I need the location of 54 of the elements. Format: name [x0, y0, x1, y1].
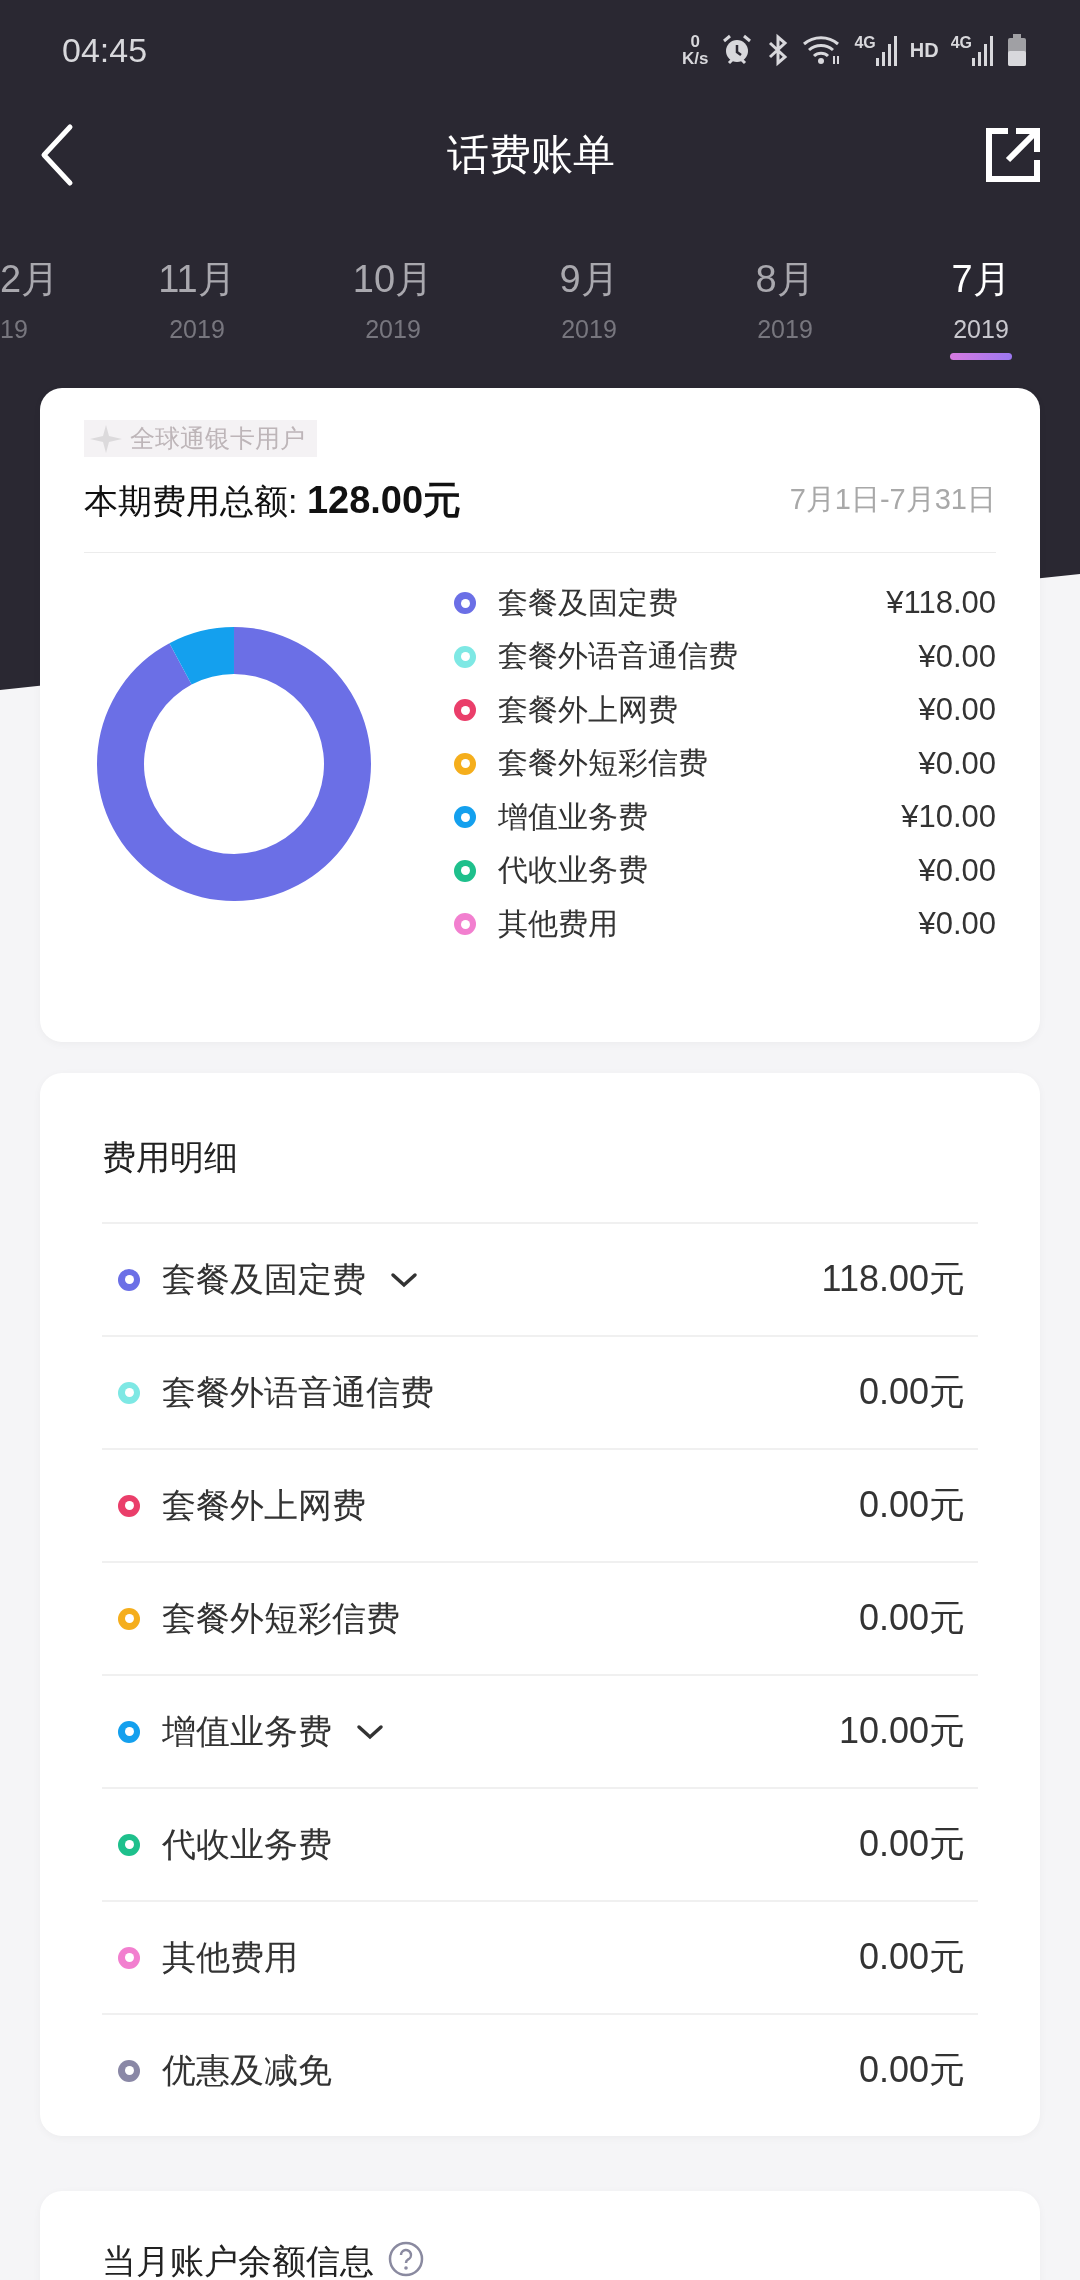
network-speed: 0 K/s: [681, 33, 709, 67]
legend-label: 套餐外语音通信费: [498, 638, 739, 675]
signal-icon: [875, 34, 898, 66]
chevron-down-icon[interactable]: [390, 1271, 418, 1288]
battery-icon: [1006, 33, 1028, 67]
fee-label: 增值业务费: [162, 1710, 332, 1752]
legend-amount: ¥0.00: [918, 906, 996, 943]
fee-amount: 0.00元: [858, 1935, 965, 1979]
fee-amount: 0.00元: [858, 1483, 965, 1527]
chevron-down-icon[interactable]: [356, 1723, 384, 1740]
share-button[interactable]: [984, 126, 1042, 184]
fee-amount: 118.00元: [821, 1257, 965, 1301]
legend-amount: ¥0.00: [918, 692, 996, 729]
legend-amount: ¥0.00: [918, 745, 996, 782]
fee-label: 代收业务费: [162, 1823, 332, 1865]
fee-amount: 0.00元: [858, 2048, 965, 2092]
help-icon[interactable]: [388, 2241, 424, 2277]
fee-label: 套餐及固定费: [162, 1258, 366, 1300]
fee-amount: 0.00元: [858, 1822, 965, 1866]
legend-label: 套餐外短彩信费: [498, 745, 709, 782]
legend-amount: ¥118.00: [886, 585, 996, 622]
billing-period: 7月1日-7月31日: [789, 482, 996, 517]
fee-amount: 0.00元: [858, 1370, 965, 1414]
fee-amount: 0.00元: [858, 1596, 965, 1640]
hd-indicator: HD: [909, 38, 939, 62]
legend-label: 代收业务费: [498, 852, 649, 889]
legend-amount: ¥0.00: [918, 638, 996, 675]
month-tab[interactable]: 8月 2019: [687, 210, 883, 370]
fee-label: 其他费用: [162, 1936, 298, 1978]
month-tab[interactable]: 7月 2019: [883, 210, 1079, 370]
member-badge: 全球通银卡用户: [84, 420, 317, 457]
network-type: 4G: [854, 34, 876, 52]
legend-amount: ¥0.00: [918, 852, 996, 889]
status-time: 04:45: [62, 30, 148, 70]
month-tab[interactable]: 9月 2019: [491, 210, 687, 370]
legend-label: 套餐外上网费: [498, 691, 679, 728]
fee-label: 优惠及减免: [162, 2049, 332, 2091]
legend-label: 其他费用: [498, 905, 619, 942]
signal-icon: [972, 34, 994, 66]
network-type: 4G: [950, 34, 972, 52]
fee-label: 套餐外语音通信费: [162, 1371, 434, 1413]
page-title: 话费账单: [447, 130, 615, 180]
section-title: 当月账户余额信息: [102, 2241, 374, 2280]
total-amount: 本期费用总额: 128.00元: [84, 477, 462, 523]
fee-label: 套餐外短彩信费: [162, 1597, 400, 1639]
month-tab[interactable]: 10月 2019: [295, 210, 491, 370]
fee-amount: 10.00元: [838, 1709, 965, 1753]
legend-label: 套餐及固定费: [498, 584, 679, 621]
month-tab[interactable]: 2月 19: [0, 210, 99, 370]
legend-label: 增值业务费: [498, 798, 649, 835]
section-title: 费用明细: [102, 1136, 238, 1178]
legend-amount: ¥10.00: [901, 799, 996, 836]
fee-label: 套餐外上网费: [162, 1484, 366, 1526]
month-tab[interactable]: 11月 2019: [99, 210, 295, 370]
